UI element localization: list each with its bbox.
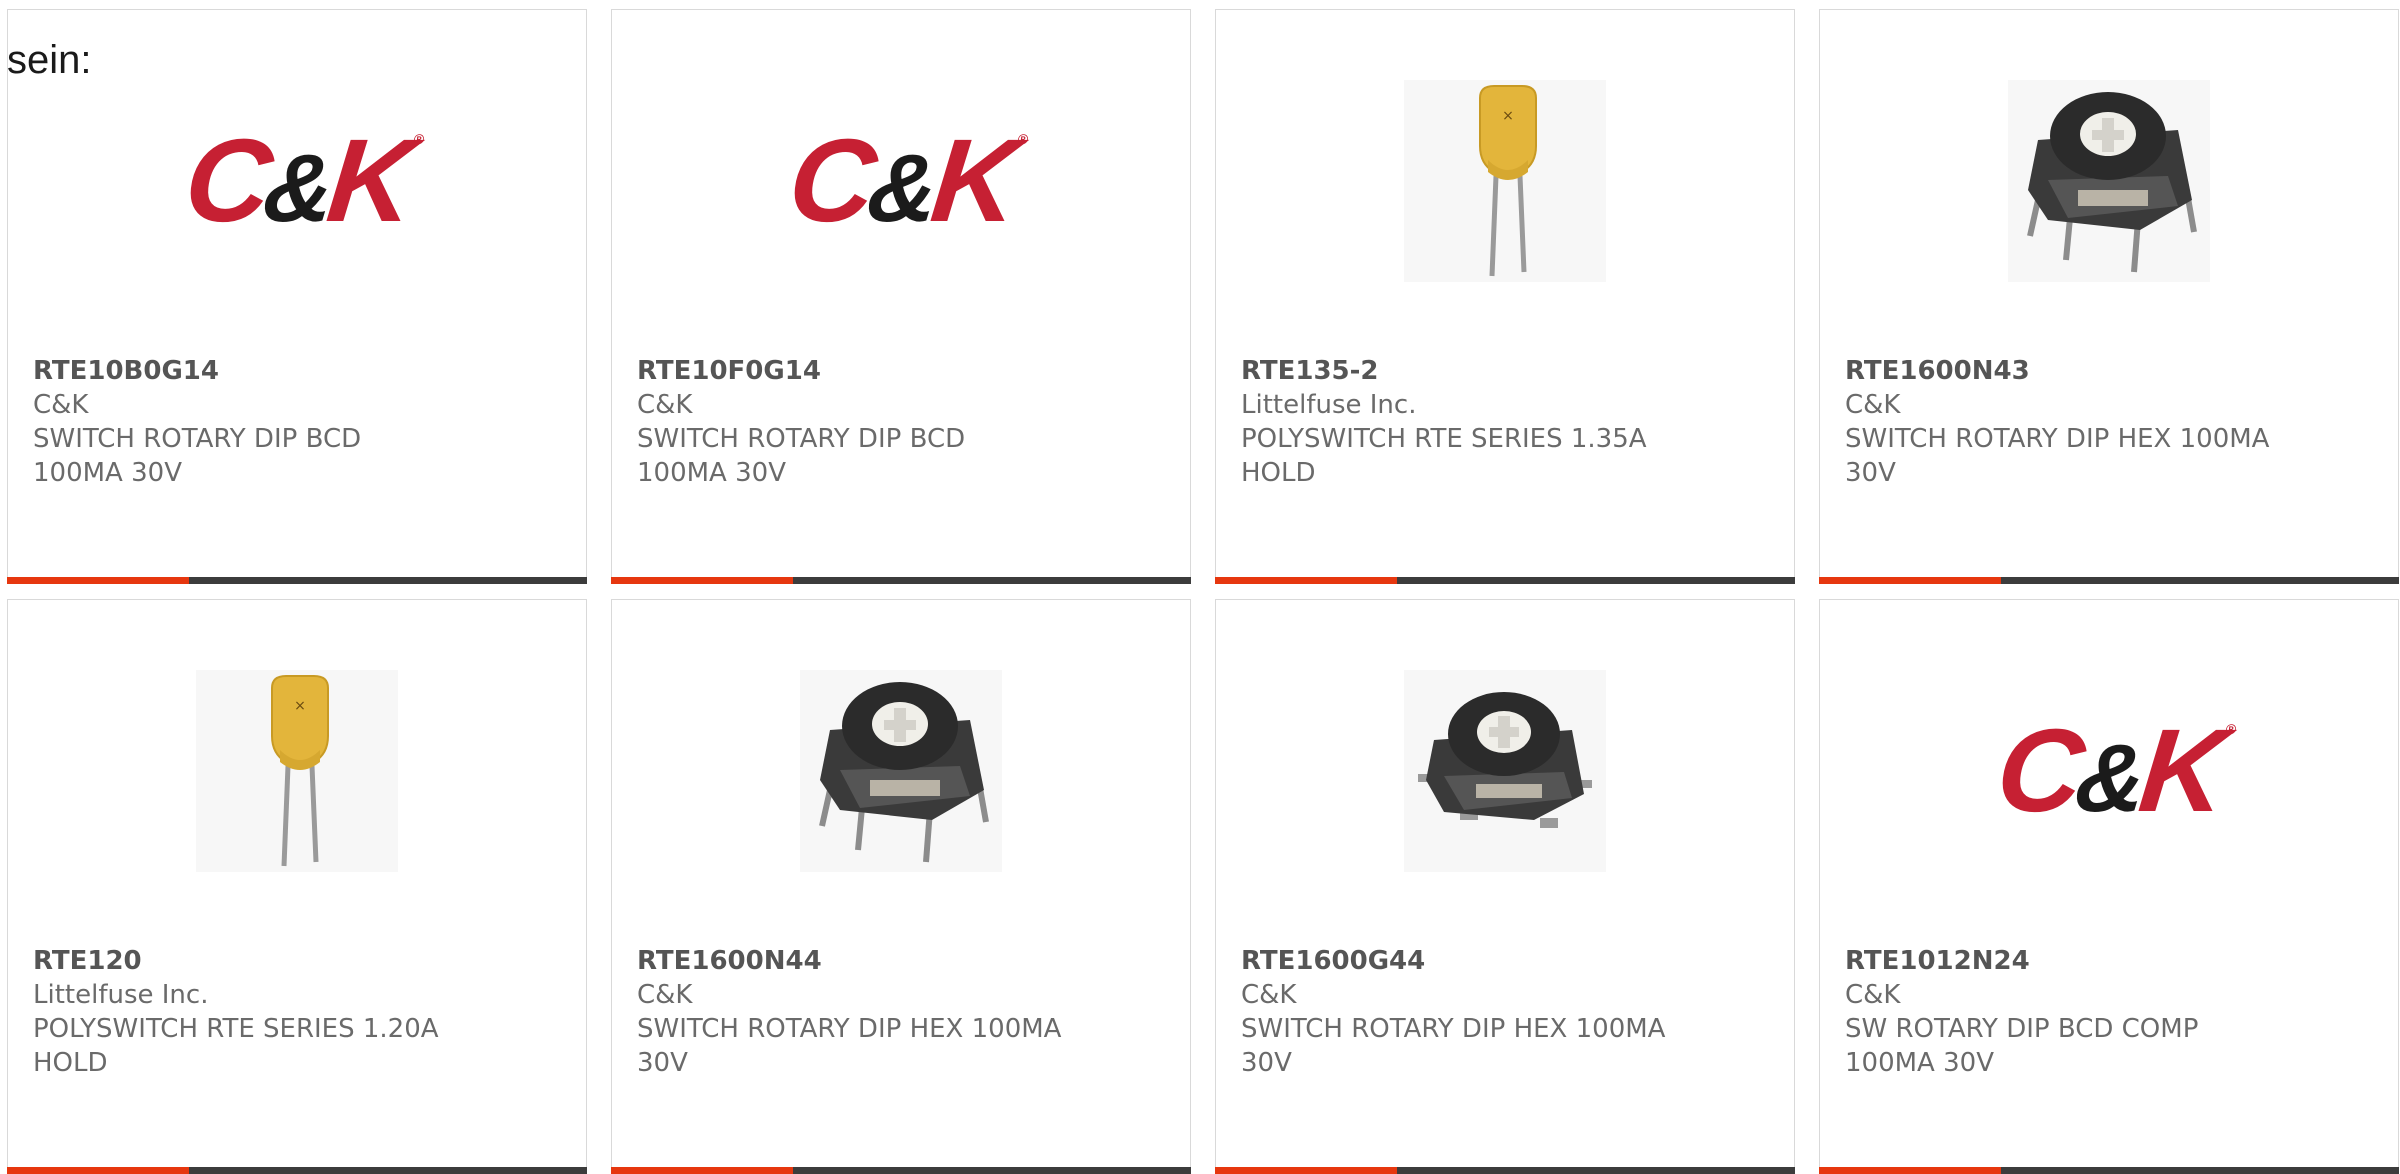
product-card[interactable]: RTE1600G44 C&K SWITCH ROTARY DIP HEX 100… — [1215, 599, 1795, 1174]
card-accent-bar — [7, 577, 189, 584]
part-number[interactable]: RTE1600G44 — [1241, 944, 1761, 978]
manufacturer: Littelfuse Inc. — [33, 980, 209, 1010]
card-bottom-bar — [1819, 577, 2399, 584]
card-bottom-bar — [7, 577, 587, 584]
product-card[interactable]: × RTE120 Littelfuse Inc. POLYSWITCH RTE … — [7, 599, 587, 1174]
card-accent-bar — [1215, 1167, 1397, 1174]
card-accent-bar — [7, 1167, 189, 1174]
card-bottom-bar — [7, 1167, 587, 1174]
description-line: SWITCH ROTARY DIP HEX 100MA — [637, 1014, 1062, 1044]
part-number[interactable]: RTE10B0G14 — [33, 354, 553, 388]
card-bottom-bar — [611, 577, 1191, 584]
polyswitch-fuse-image: × — [196, 670, 398, 872]
polyswitch-fuse-image: × — [1404, 80, 1606, 282]
part-number[interactable]: RTE1600N44 — [637, 944, 1157, 978]
intro-text: sein: — [7, 38, 92, 82]
description-line: 100MA 30V — [637, 458, 786, 488]
product-card[interactable]: RTE1600N44 C&K SWITCH ROTARY DIP HEX 100… — [611, 599, 1191, 1174]
card-accent-bar — [1819, 1167, 2001, 1174]
description-line: 30V — [1845, 458, 1896, 488]
manufacturer: C&K — [1845, 980, 1901, 1010]
description-line: HOLD — [1241, 458, 1316, 488]
description-line: 30V — [637, 1048, 688, 1078]
manufacturer: C&K — [637, 390, 693, 420]
manufacturer: C&K — [1845, 390, 1901, 420]
description-line: 30V — [1241, 1048, 1292, 1078]
card-accent-bar — [1215, 577, 1397, 584]
ck-logo-image: C&K ® — [783, 115, 1024, 247]
part-number[interactable]: RTE10F0G14 — [637, 354, 1157, 388]
card-bottom-bar — [1819, 1167, 2399, 1174]
ck-logo-image: C&K ® — [179, 115, 420, 247]
description-line: POLYSWITCH RTE SERIES 1.35A — [1241, 424, 1647, 454]
description-line: SWITCH ROTARY DIP HEX 100MA — [1845, 424, 2270, 454]
rotary-dip-switch-image — [2008, 80, 2210, 282]
description-line: SW ROTARY DIP BCD COMP — [1845, 1014, 2199, 1044]
card-bottom-bar — [611, 1167, 1191, 1174]
manufacturer: C&K — [1241, 980, 1297, 1010]
manufacturer: Littelfuse Inc. — [1241, 390, 1417, 420]
svg-text:×: × — [1502, 108, 1514, 124]
product-card[interactable]: C&K ® RTE1012N24 C&K SW ROTARY DIP BCD CO… — [1819, 599, 2399, 1174]
description-line: SWITCH ROTARY DIP BCD — [637, 424, 966, 454]
card-accent-bar — [611, 1167, 793, 1174]
part-number[interactable]: RTE1012N24 — [1845, 944, 2365, 978]
manufacturer: C&K — [637, 980, 693, 1010]
svg-text:×: × — [294, 698, 306, 714]
part-number[interactable]: RTE120 — [33, 944, 553, 978]
card-accent-bar — [1819, 577, 2001, 584]
card-accent-bar — [611, 577, 793, 584]
description-line: SWITCH ROTARY DIP BCD — [33, 424, 362, 454]
description-line: SWITCH ROTARY DIP HEX 100MA — [1241, 1014, 1666, 1044]
manufacturer: C&K — [33, 390, 89, 420]
part-number[interactable]: RTE1600N43 — [1845, 354, 2365, 388]
product-card[interactable]: C&K ® RTE10F0G14 C&K SWITCH ROTARY DIP BC… — [611, 9, 1191, 584]
product-card[interactable]: × RTE135-2 Littelfuse Inc. POLYSWITCH RT… — [1215, 9, 1795, 584]
rotary-dip-switch-smd-image — [1404, 670, 1606, 872]
product-card[interactable]: RTE1600N43 C&K SWITCH ROTARY DIP HEX 100… — [1819, 9, 2399, 584]
ck-logo-image: C&K ® — [1991, 705, 2232, 837]
product-card[interactable]: C&K ® RTE10B0G14 C&K SWITCH ROTARY DIP BC… — [7, 9, 587, 584]
description-line: 100MA 30V — [1845, 1048, 1994, 1078]
description-line: HOLD — [33, 1048, 108, 1078]
description-line: POLYSWITCH RTE SERIES 1.20A — [33, 1014, 439, 1044]
description-line: 100MA 30V — [33, 458, 182, 488]
rotary-dip-switch-image — [800, 670, 1002, 872]
part-number[interactable]: RTE135-2 — [1241, 354, 1761, 388]
card-bottom-bar — [1215, 577, 1795, 584]
card-bottom-bar — [1215, 1167, 1795, 1174]
